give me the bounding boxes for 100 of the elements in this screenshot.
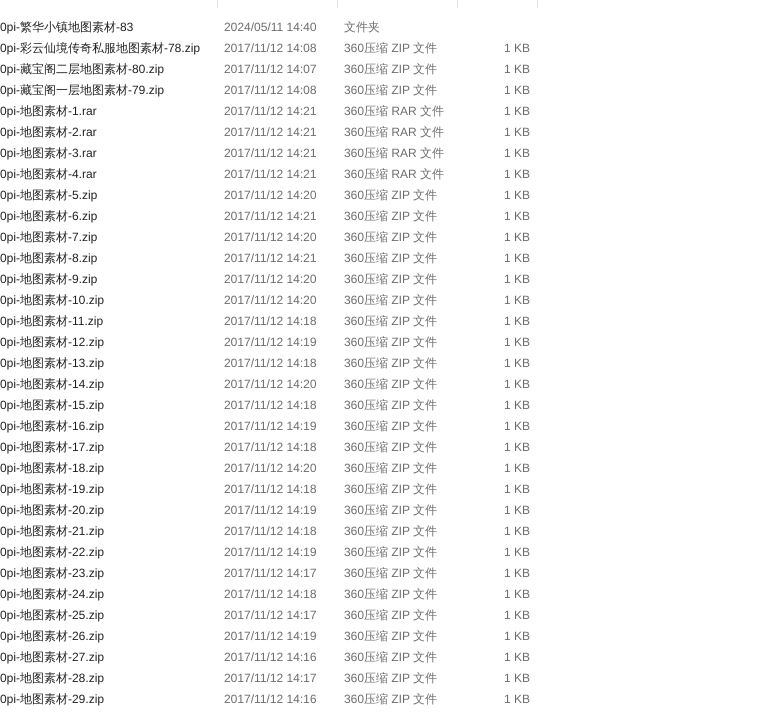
file-size: 1 KB	[502, 670, 530, 687]
modified-date: 2017/11/12 14:08	[224, 40, 318, 57]
file-name[interactable]: 0pi-地图素材-13.zip	[0, 353, 224, 374]
modified-date: 2017/11/12 14:19	[224, 544, 318, 561]
file-size: 1 KB	[502, 565, 530, 582]
file-size: 1 KB	[502, 418, 530, 435]
file-name[interactable]: 0pi-繁华小镇地图素材-83	[0, 17, 224, 38]
modified-date: 2017/11/12 14:07	[224, 61, 318, 78]
file-size: 1 KB	[502, 103, 530, 120]
file-size: 1 KB	[502, 523, 530, 540]
file-size: 1 KB	[502, 439, 530, 456]
file-size: 1 KB	[502, 628, 530, 645]
file-name[interactable]: 0pi-地图素材-11.zip	[0, 311, 224, 332]
modified-date: 2017/11/12 14:21	[224, 103, 318, 120]
modified-date: 2017/11/12 14:20	[224, 292, 318, 309]
file-name[interactable]: 0pi-地图素材-26.zip	[0, 626, 224, 647]
modified-date: 2017/11/12 14:18	[224, 313, 318, 330]
file-size: 1 KB	[502, 460, 530, 477]
file-type: 360压缩 ZIP 文件	[344, 376, 438, 393]
file-name[interactable]: 0pi-地图素材-10.zip	[0, 290, 224, 311]
file-type: 360压缩 RAR 文件	[344, 145, 446, 162]
modified-date: 2017/11/12 14:21	[224, 166, 318, 183]
modified-date: 2017/11/12 14:21	[224, 208, 318, 225]
modified-date: 2017/11/12 14:17	[224, 565, 318, 582]
file-type: 360压缩 ZIP 文件	[344, 439, 438, 456]
modified-date: 2017/11/12 14:21	[224, 250, 318, 267]
file-type: 360压缩 ZIP 文件	[344, 61, 438, 78]
file-name[interactable]: 0pi-藏宝阁一层地图素材-79.zip	[0, 80, 224, 101]
file-size: 1 KB	[502, 607, 530, 624]
file-size: 1 KB	[502, 187, 530, 204]
file-name[interactable]: 0pi-地图素材-21.zip	[0, 521, 224, 542]
file-name[interactable]: 0pi-地图素材-22.zip	[0, 542, 224, 563]
modified-date: 2017/11/12 14:20	[224, 271, 318, 288]
file-size: 1 KB	[502, 649, 530, 666]
file-name[interactable]: 0pi-地图素材-5.zip	[0, 185, 224, 206]
file-name[interactable]: 0pi-地图素材-12.zip	[0, 332, 224, 353]
file-name[interactable]: 0pi-地图素材-24.zip	[0, 584, 224, 605]
file-name[interactable]: 0pi-地图素材-16.zip	[0, 416, 224, 437]
modified-date: 2017/11/12 14:19	[224, 418, 318, 435]
file-size: 1 KB	[502, 250, 530, 267]
modified-date: 2017/11/12 14:17	[224, 670, 318, 687]
file-size: 1 KB	[502, 82, 530, 99]
file-size: 1 KB	[502, 334, 530, 351]
file-name[interactable]: 0pi-地图素材-1.rar	[0, 101, 224, 122]
file-size: 1 KB	[502, 481, 530, 498]
file-type: 360压缩 ZIP 文件	[344, 229, 438, 246]
file-name[interactable]: 0pi-地图素材-8.zip	[0, 248, 224, 269]
modified-date: 2017/11/12 14:19	[224, 334, 318, 351]
file-name[interactable]: 0pi-地图素材-4.rar	[0, 164, 224, 185]
file-size: 1 KB	[502, 229, 530, 246]
file-name[interactable]: 0pi-地图素材-14.zip	[0, 374, 224, 395]
file-name[interactable]: 0pi-地图素材-9.zip	[0, 269, 224, 290]
modified-date: 2017/11/12 14:19	[224, 502, 318, 519]
modified-date: 2017/11/12 14:21	[224, 145, 318, 162]
file-size: 1 KB	[502, 292, 530, 309]
file-name[interactable]: 0pi-地图素材-15.zip	[0, 395, 224, 416]
file-name[interactable]: 0pi-地图素材-23.zip	[0, 563, 224, 584]
file-type: 360压缩 ZIP 文件	[344, 208, 438, 225]
file-size: 1 KB	[502, 376, 530, 393]
file-name[interactable]: 0pi-地图素材-28.zip	[0, 668, 224, 689]
modified-date: 2017/11/12 14:20	[224, 229, 318, 246]
file-name[interactable]: 0pi-彩云仙境传奇私服地图素材-78.zip	[0, 38, 224, 59]
file-name[interactable]: 0pi-地图素材-29.zip	[0, 689, 224, 710]
file-size: 1 KB	[502, 397, 530, 414]
modified-date: 2017/11/12 14:21	[224, 124, 318, 141]
file-type: 360压缩 ZIP 文件	[344, 355, 438, 372]
modified-date: 2017/11/12 14:18	[224, 523, 318, 540]
file-name[interactable]: 0pi-地图素材-6.zip	[0, 206, 224, 227]
file-type: 360压缩 ZIP 文件	[344, 607, 438, 624]
file-name[interactable]: 0pi-地图素材-3.rar	[0, 143, 224, 164]
file-name[interactable]: 0pi-地图素材-2.rar	[0, 122, 224, 143]
modified-date: 2017/11/12 14:08	[224, 82, 318, 99]
modified-date: 2017/11/12 14:18	[224, 481, 318, 498]
modified-date: 2017/11/12 14:18	[224, 397, 318, 414]
file-type: 360压缩 ZIP 文件	[344, 313, 438, 330]
file-name[interactable]: 0pi-地图素材-18.zip	[0, 458, 224, 479]
file-name[interactable]: 0pi-藏宝阁二层地图素材-80.zip	[0, 59, 224, 80]
modified-date: 2017/11/12 14:18	[224, 439, 318, 456]
file-type: 360压缩 ZIP 文件	[344, 334, 438, 351]
file-name[interactable]: 0pi-地图素材-7.zip	[0, 227, 224, 248]
modified-date: 2017/11/12 14:20	[224, 187, 318, 204]
modified-date: 2017/11/12 14:18	[224, 355, 318, 372]
file-name[interactable]: 0pi-地图素材-25.zip	[0, 605, 224, 626]
modified-date: 2017/11/12 14:17	[224, 607, 318, 624]
file-name[interactable]: 0pi-地图素材-17.zip	[0, 437, 224, 458]
file-size: 1 KB	[502, 166, 530, 183]
file-type: 360压缩 RAR 文件	[344, 124, 446, 141]
file-name[interactable]: 0pi-地图素材-27.zip	[0, 647, 224, 668]
file-size: 1 KB	[502, 313, 530, 330]
file-size: 1 KB	[502, 40, 530, 57]
file-size: 1 KB	[502, 586, 530, 603]
file-name[interactable]: 0pi-地图素材-19.zip	[0, 479, 224, 500]
file-type: 360压缩 ZIP 文件	[344, 40, 438, 57]
file-type: 360压缩 ZIP 文件	[344, 586, 438, 603]
file-type: 360压缩 ZIP 文件	[344, 670, 438, 687]
file-size: 1 KB	[502, 544, 530, 561]
file-name[interactable]: 0pi-地图素材-20.zip	[0, 500, 224, 521]
file-type: 360压缩 ZIP 文件	[344, 691, 438, 708]
file-type: 360压缩 ZIP 文件	[344, 481, 438, 498]
file-type: 360压缩 ZIP 文件	[344, 187, 438, 204]
